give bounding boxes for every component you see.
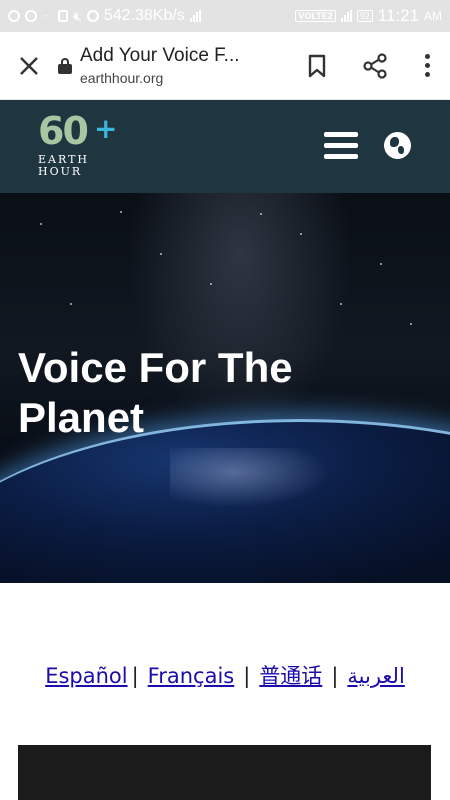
- logo-text-hour: HOUR: [38, 165, 83, 178]
- page-url: earthhour.org: [80, 70, 164, 86]
- site-header: 60 + EARTH HOUR: [0, 100, 450, 193]
- separator: |: [243, 664, 251, 688]
- lang-link-mandarin[interactable]: 普通话: [259, 664, 322, 688]
- hero-banner: Voice For The Planet: [0, 193, 450, 583]
- hero-title-line2: Planet: [18, 394, 145, 441]
- cell-signal-icon: [340, 10, 352, 22]
- hero-title-line1: Voice For The: [18, 344, 293, 391]
- whatsapp-icon: [8, 10, 20, 22]
- network-speed: 542.38Kb/s: [103, 7, 185, 24]
- alarm-icon: [86, 10, 99, 22]
- wifi-signal-icon: [189, 10, 201, 22]
- language-links: Español | Français | 普通话 | العربية: [0, 660, 450, 690]
- lock-icon: [58, 57, 72, 74]
- earth-hour-logo[interactable]: 60 + EARTH HOUR: [38, 112, 118, 184]
- chat-icon: [25, 10, 37, 22]
- page-title: Add Your Voice F...: [80, 45, 240, 66]
- lang-link-french[interactable]: Français: [148, 664, 235, 688]
- battery-icon: 92: [356, 10, 373, 22]
- clock-time: 11:21: [377, 6, 419, 25]
- mute-icon: 🔇︎: [73, 7, 82, 24]
- hero-title: Voice For The Planet: [18, 343, 348, 443]
- address-area[interactable]: Add Your Voice F... earthhour.org: [80, 45, 288, 86]
- browser-toolbar: Add Your Voice F... earthhour.org: [0, 32, 450, 100]
- close-icon[interactable]: [0, 32, 58, 100]
- file-icon: [58, 10, 68, 22]
- video-embed[interactable]: [18, 745, 431, 800]
- lang-link-arabic[interactable]: العربية: [347, 664, 404, 688]
- globe-icon[interactable]: [384, 132, 411, 159]
- separator: |: [131, 664, 139, 688]
- logo-plus: +: [94, 112, 118, 145]
- more-vert-icon[interactable]: [404, 32, 450, 100]
- status-bar: ··· 🔇︎ 542.38Kb/s VOLTE2 92 11:21 AM: [0, 0, 450, 32]
- separator: |: [331, 664, 339, 688]
- share-icon[interactable]: [346, 32, 404, 100]
- clock-ampm: AM: [424, 9, 442, 23]
- bookmark-icon[interactable]: [288, 32, 346, 100]
- lang-link-spanish[interactable]: Español: [45, 664, 127, 688]
- more-notifications-icon: ···: [42, 10, 53, 22]
- volte-badge: VOLTE2: [295, 10, 336, 22]
